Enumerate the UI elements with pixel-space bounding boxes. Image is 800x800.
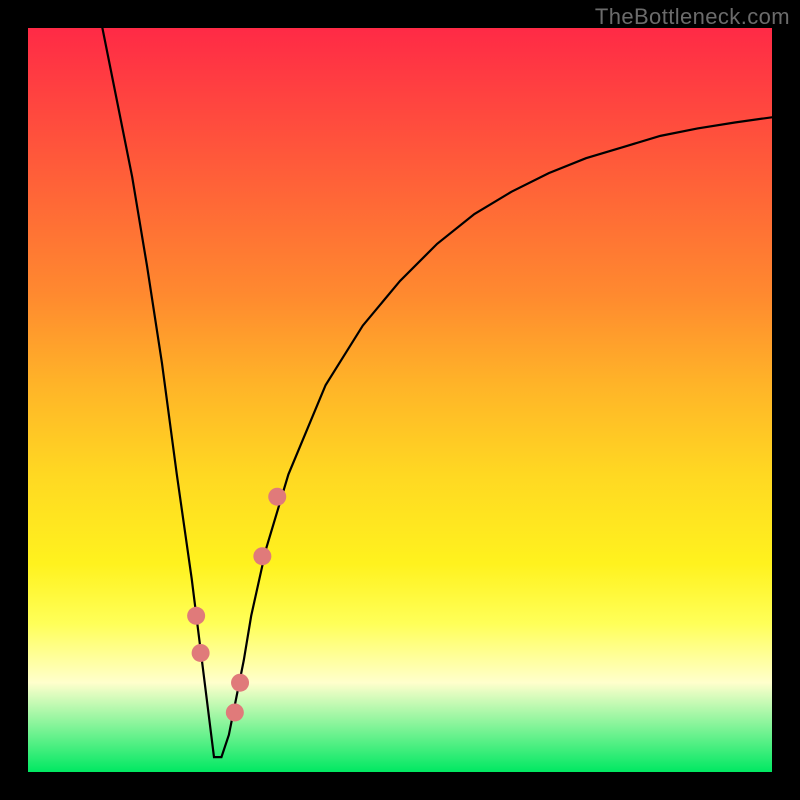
- data-point-12: [253, 547, 271, 565]
- marker-layer: [175, 467, 286, 757]
- data-point-3: [192, 644, 210, 662]
- data-point-13: [268, 488, 286, 506]
- chart-svg: [28, 28, 772, 772]
- watermark-label: TheBottleneck.com: [595, 4, 790, 30]
- data-point-9: [231, 674, 249, 692]
- chart-container: TheBottleneck.com: [0, 0, 800, 800]
- plot-area: [28, 28, 772, 772]
- data-point-8: [226, 703, 244, 721]
- data-point-2: [187, 607, 205, 625]
